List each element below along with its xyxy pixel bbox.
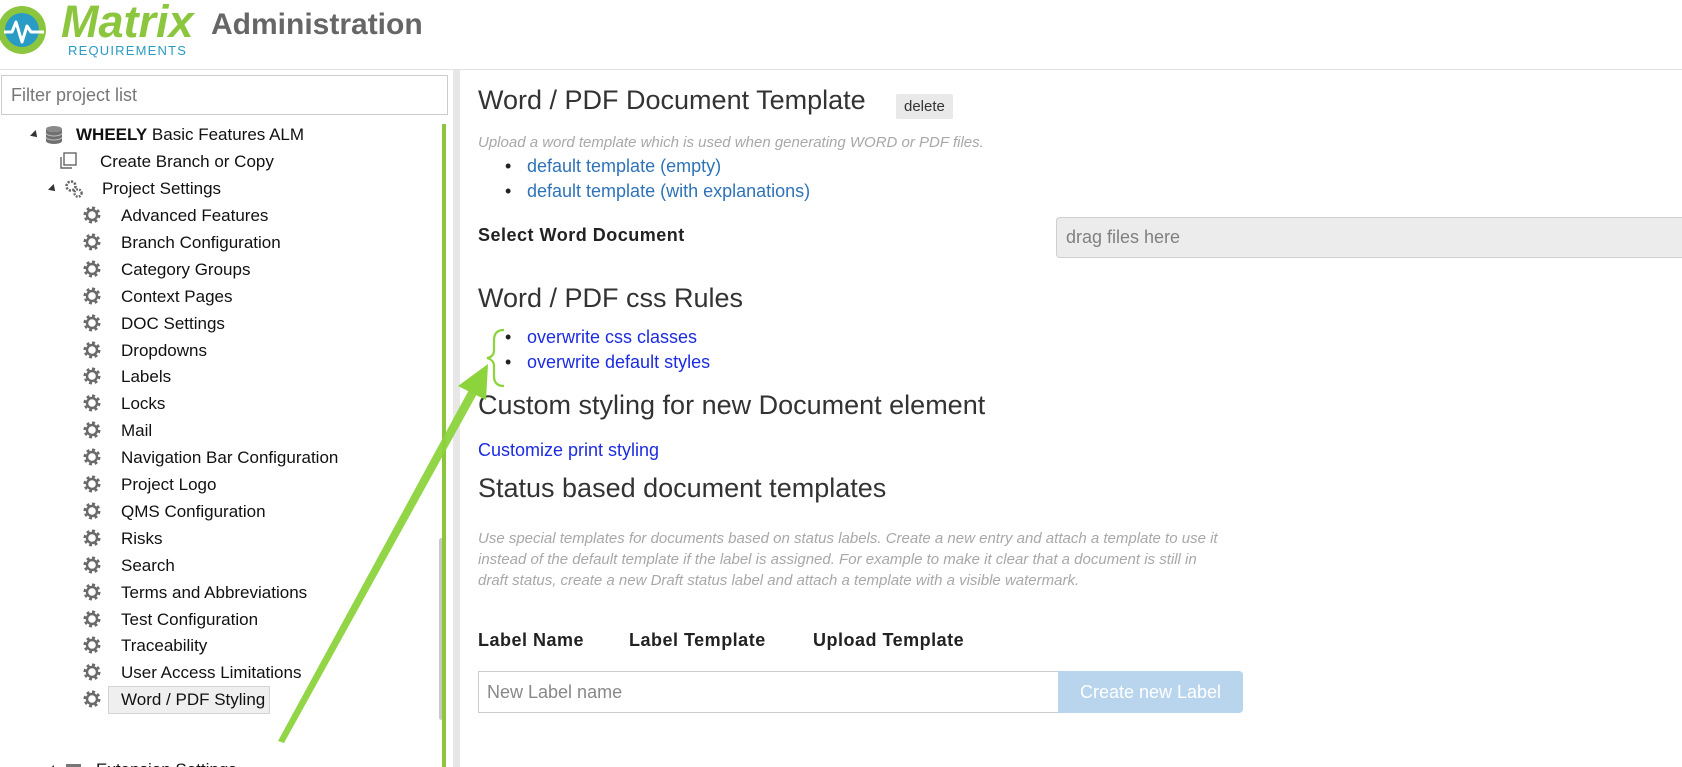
gear-icon bbox=[82, 393, 102, 418]
panel-splitter[interactable] bbox=[453, 70, 460, 767]
status-templates-hint: Use special templates for documents base… bbox=[478, 530, 1218, 589]
sidebar-item-label: Category Groups bbox=[121, 259, 251, 279]
section-title-css-rules: Word / PDF css Rules bbox=[478, 283, 744, 313]
sidebar-item-label: Locks bbox=[121, 394, 166, 414]
customize-print-styling-link[interactable]: Customize print styling bbox=[478, 440, 659, 461]
sidebar-item-label: Terms and Abbreviations bbox=[121, 582, 308, 602]
default-template-explained-link[interactable]: default template (with explanations) bbox=[527, 181, 810, 201]
page-title: Administration bbox=[211, 8, 423, 41]
section-title-template: Word / PDF Document Template bbox=[478, 85, 866, 115]
sidebar-item-label: Risks bbox=[121, 528, 163, 548]
sidebar-item-label: Traceability bbox=[121, 636, 208, 656]
brand-name: Matrix bbox=[61, 0, 194, 47]
sidebar-item-label: Word / PDF Styling bbox=[108, 686, 271, 715]
gear-icon bbox=[82, 662, 102, 687]
gear-icon bbox=[82, 286, 102, 311]
gear-icon bbox=[82, 447, 102, 472]
column-label-template: Label Template bbox=[629, 630, 766, 650]
sidebar-item-label: Navigation Bar Configuration bbox=[121, 448, 339, 468]
gear-icon bbox=[82, 340, 102, 365]
tree-item-label: Project Settings bbox=[102, 179, 222, 198]
css-links: overwrite css classes overwrite default … bbox=[505, 325, 710, 375]
gear-icon bbox=[82, 609, 102, 634]
tree-accent-bar bbox=[442, 124, 446, 767]
gear-icon bbox=[82, 501, 102, 526]
project-name: Basic Features ALM bbox=[151, 125, 305, 144]
brand-subtitle: REQUIREMENTS bbox=[68, 43, 188, 58]
column-label-name: Label Name bbox=[478, 630, 585, 650]
sidebar-item-label: Search bbox=[121, 555, 175, 575]
gear-icon bbox=[82, 232, 102, 257]
copy-icon bbox=[60, 152, 77, 169]
column-upload-template: Upload Template bbox=[813, 630, 965, 650]
tree-item-label: Extension Settings bbox=[96, 757, 237, 767]
sidebar-item-label: Dropdowns bbox=[121, 340, 207, 360]
overwrite-css-classes-link[interactable]: overwrite css classes bbox=[527, 327, 697, 347]
gear-icon bbox=[82, 420, 102, 445]
template-hint: Upload a word template which is used whe… bbox=[478, 134, 984, 151]
tree-item-label: Create Branch or Copy bbox=[100, 152, 274, 171]
sidebar-item-label: Mail bbox=[121, 421, 153, 441]
sidebar-item-label: Project Logo bbox=[121, 475, 217, 494]
gears-icon bbox=[65, 180, 83, 198]
app-header: Matrix REQUIREMENTS Administration bbox=[0, 0, 1682, 70]
gear-icon bbox=[82, 528, 102, 553]
delete-template-button[interactable]: delete bbox=[896, 94, 953, 119]
gear-icon bbox=[82, 582, 102, 607]
gear-icon bbox=[82, 366, 102, 391]
project-tree: WHEELY Basic Features ALM Create Branch … bbox=[0, 122, 440, 767]
gear-icon bbox=[82, 313, 102, 338]
overwrite-default-styles-link[interactable]: overwrite default styles bbox=[527, 352, 710, 372]
expand-toggle-icon[interactable] bbox=[30, 130, 40, 140]
sidebar-item-label: Branch Configuration bbox=[121, 232, 281, 252]
project-code: WHEELY bbox=[76, 125, 148, 144]
sidebar-item-label: Advanced Features bbox=[121, 206, 269, 225]
main-content: Word / PDF Document Template delete Uplo… bbox=[478, 70, 1682, 767]
filter-project-input[interactable] bbox=[1, 75, 448, 115]
select-word-document-label: Select Word Document bbox=[478, 225, 685, 245]
section-title-custom-styling: Custom styling for new Document element bbox=[478, 390, 986, 420]
create-new-label-button[interactable]: Create new Label bbox=[1058, 671, 1243, 713]
gear-icon bbox=[82, 474, 102, 499]
sidebar-item-label: Context Pages bbox=[121, 286, 233, 306]
puzzle-icon bbox=[66, 764, 81, 767]
gear-icon bbox=[82, 689, 102, 714]
default-template-empty-link[interactable]: default template (empty) bbox=[527, 156, 721, 176]
sidebar-item-label: DOC Settings bbox=[121, 313, 225, 333]
expand-toggle-icon[interactable] bbox=[48, 184, 58, 194]
matrix-logo-icon bbox=[0, 6, 46, 54]
sidebar-item-label: QMS Configuration bbox=[121, 501, 266, 521]
sidebar-item-label: User Access Limitations bbox=[121, 663, 302, 683]
gear-icon bbox=[82, 635, 102, 660]
gear-icon bbox=[82, 259, 102, 284]
project-sidebar: WHEELY Basic Features ALM Create Branch … bbox=[0, 70, 456, 767]
gear-icon bbox=[82, 555, 102, 580]
sidebar-item-label: Test Configuration bbox=[121, 609, 259, 629]
database-icon bbox=[45, 126, 63, 144]
file-drop-zone[interactable]: drag files here bbox=[1056, 217, 1682, 258]
gear-icon bbox=[82, 205, 102, 230]
section-title-status-templates: Status based document templates bbox=[478, 473, 887, 503]
template-links: default template (empty) default templat… bbox=[505, 154, 810, 204]
new-label-name-input[interactable] bbox=[478, 671, 1058, 713]
sidebar-item-label: Labels bbox=[121, 367, 172, 387]
